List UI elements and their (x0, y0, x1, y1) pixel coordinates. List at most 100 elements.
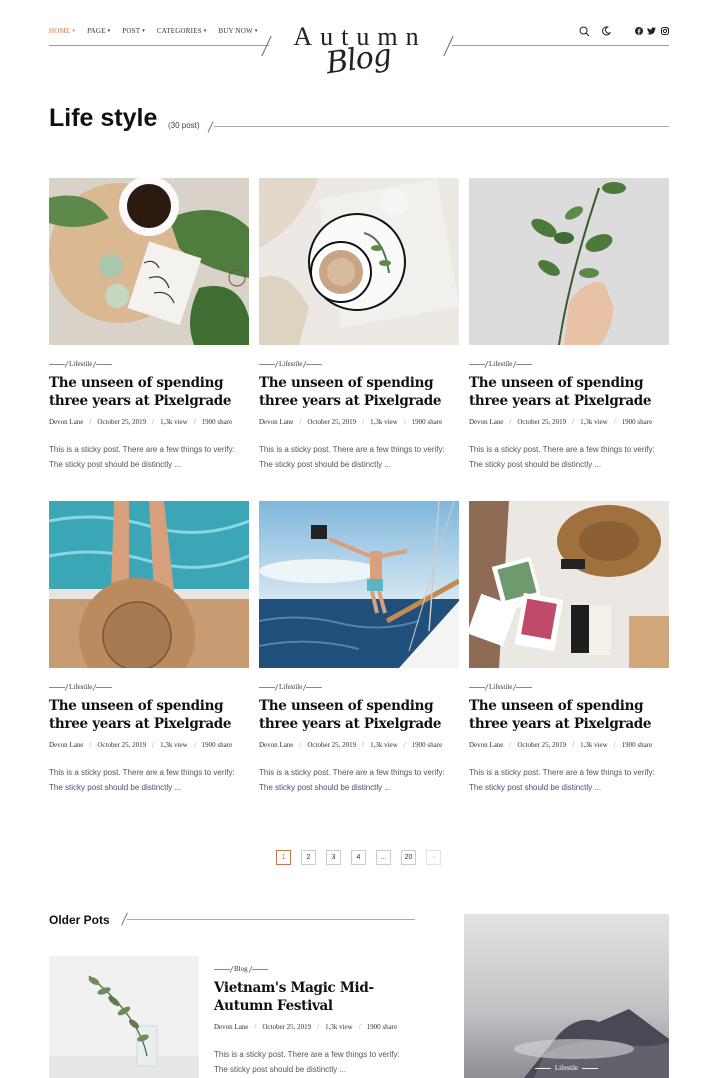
category-label: Lifestile (69, 683, 93, 691)
main-nav: HOME ▾ PAGE ▾ POST ▾ CATEGORIES ▾ BUY NOW ▾ (49, 27, 258, 35)
nav-item-categories[interactable]: CATEGORIES ▾ (157, 27, 207, 35)
nav-item-page[interactable]: PAGE ▾ (87, 27, 110, 35)
post-views: 1,3k view (580, 418, 608, 426)
post-title[interactable]: The unseen of spending three years at Pi… (469, 374, 669, 410)
featured-post-category[interactable]: Lifestile (464, 1064, 669, 1072)
post-image-coffee[interactable] (49, 178, 249, 345)
nav-item-post[interactable]: POST ▾ (122, 27, 145, 35)
post-views: 1,3k view (325, 1023, 353, 1031)
category-dash (49, 363, 65, 365)
post-category[interactable]: Lifestile (469, 360, 669, 368)
next-page-button[interactable]: › (426, 850, 441, 865)
header-divider-right (452, 45, 669, 46)
post-image-plant[interactable] (469, 178, 669, 345)
category-dash (96, 363, 113, 365)
post-category[interactable]: Lifestile (259, 683, 459, 691)
social-links (634, 27, 669, 36)
nav-label: BUY NOW (218, 27, 253, 35)
post-meta: Devon Lane / October 25, 2019/ 1,3k view /… (469, 741, 653, 749)
post-title[interactable]: The unseen of spending three years at Pi… (469, 697, 669, 733)
category-label: Lifestile (489, 360, 513, 368)
facebook-icon[interactable] (634, 27, 643, 36)
post-excerpt: This is a sticky post. There are a few t… (259, 445, 445, 469)
post-date: October 25, 2019 (97, 741, 147, 749)
post-title[interactable]: Vietnam's Magic Mid-Autumn Festival (214, 979, 414, 1015)
post-title[interactable]: The unseen of spending three years at Pi… (259, 697, 459, 733)
post-shares: 1900 share (621, 741, 653, 749)
older-post-image[interactable] (49, 956, 199, 1078)
site-logo[interactable]: Autumn Blog (290, 22, 430, 81)
nav-item-buy-now[interactable]: BUY NOW ▾ (218, 27, 257, 35)
post-author[interactable]: Devon Lane (259, 418, 293, 426)
category-dash (96, 686, 113, 688)
page-20-button[interactable]: 20 (401, 850, 416, 865)
post-date: October 25, 2019 (517, 741, 567, 749)
moon-icon[interactable] (600, 25, 612, 37)
post-image-travel-flatlay[interactable] (469, 501, 669, 668)
post-meta: Devon Lane / October 25, 2019/ 1,3k view /… (469, 418, 653, 426)
post-views: 1,3k view (370, 741, 398, 749)
category-dash (582, 1067, 599, 1069)
post-author[interactable]: Devon Lane (469, 418, 503, 426)
pagination: 1 2 3 4 ... 20 › (276, 850, 441, 865)
post-category[interactable]: Blog (214, 965, 414, 973)
category-dash (516, 363, 533, 365)
post-count: (30 post) (168, 121, 200, 130)
page-2-button[interactable]: 2 (301, 850, 316, 865)
post-excerpt: This is a sticky post. There are a few t… (49, 445, 235, 469)
post-author[interactable]: Devon Lane (214, 1023, 248, 1031)
post-meta: Devon Lane / October 25, 2019/ 1,3k view /… (49, 418, 233, 426)
category-label: Lifestile (279, 683, 303, 691)
instagram-icon[interactable] (660, 27, 669, 36)
category-dash (516, 686, 533, 688)
post-meta: Devon Lane / October 25, 2019/ 1,3k view /… (49, 741, 233, 749)
post-date: October 25, 2019 (307, 741, 357, 749)
search-icon[interactable] (578, 25, 590, 37)
post-card: Lifestile The unseen of spending three y… (49, 501, 249, 795)
category-dash (259, 686, 275, 688)
older-posts-heading: Older Pots (49, 913, 110, 927)
post-author[interactable]: Devon Lane (469, 741, 503, 749)
category-label: Lifestile (69, 360, 93, 368)
post-image-latte[interactable] (259, 178, 459, 345)
post-excerpt: This is a sticky post. There are a few t… (469, 445, 655, 469)
post-category[interactable]: Lifestile (49, 360, 249, 368)
post-shares: 1900 share (366, 1023, 398, 1031)
section-slash (207, 121, 214, 133)
nav-label: POST (122, 27, 141, 35)
post-excerpt: This is a sticky post. There are a few t… (49, 768, 235, 792)
post-shares: 1900 share (411, 418, 443, 426)
page-1-button[interactable]: 1 (276, 850, 291, 865)
chevron-down-icon: ▾ (142, 29, 145, 34)
post-shares: 1900 share (201, 418, 233, 426)
page-4-button[interactable]: 4 (351, 850, 366, 865)
twitter-icon[interactable] (647, 27, 656, 36)
post-author[interactable]: Devon Lane (259, 741, 293, 749)
post-title[interactable]: The unseen of spending three years at Pi… (49, 374, 249, 410)
post-category[interactable]: Lifestile (469, 683, 669, 691)
category-dash (306, 363, 323, 365)
category-dash (306, 686, 323, 688)
nav-label: HOME (49, 27, 71, 35)
post-image-sailing[interactable] (259, 501, 459, 668)
header-slash-left (261, 35, 272, 57)
nav-item-home[interactable]: HOME ▾ (49, 27, 75, 35)
featured-post-image[interactable]: Lifestile (464, 914, 669, 1078)
post-title[interactable]: The unseen of spending three years at Pi… (259, 374, 459, 410)
post-category[interactable]: Lifestile (259, 360, 459, 368)
post-title[interactable]: The unseen of spending three years at Pi… (49, 697, 249, 733)
page-3-button[interactable]: 3 (326, 850, 341, 865)
older-post-body: Blog Vietnam's Magic Mid-Autumn Festival… (214, 950, 414, 1077)
post-excerpt: This is a sticky post. There are a few t… (259, 768, 445, 792)
post-author[interactable]: Devon Lane (49, 741, 83, 749)
post-category[interactable]: Lifestile (49, 683, 249, 691)
category-dash (214, 968, 230, 970)
category-label: Lifestile (554, 1064, 579, 1072)
post-author[interactable]: Devon Lane (49, 418, 83, 426)
post-card: Lifestile The unseen of spending three y… (49, 178, 249, 472)
post-excerpt: This is a sticky post. There are a few t… (214, 1050, 400, 1074)
logo-script: Blog (323, 37, 394, 82)
post-image-pool-hat[interactable] (49, 501, 249, 668)
nav-label: PAGE (87, 27, 106, 35)
header-actions (578, 25, 669, 37)
